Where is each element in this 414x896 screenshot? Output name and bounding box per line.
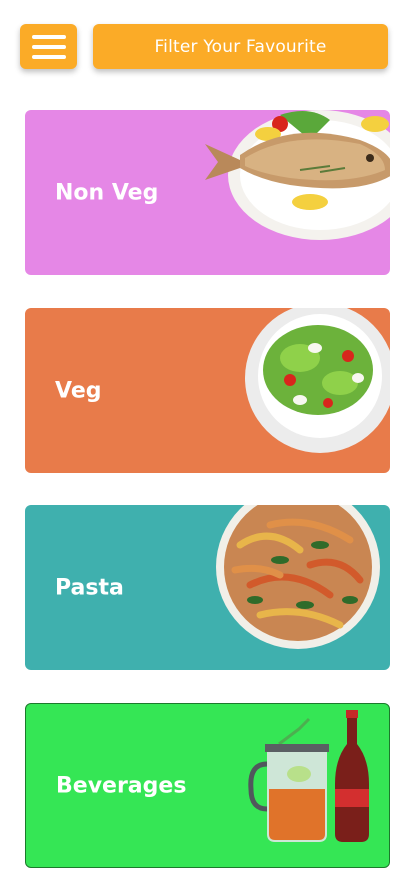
filter-favourite-button[interactable]: Filter Your Favourite [93,24,388,69]
category-card-non-veg[interactable]: Non Veg [25,110,390,275]
category-label: Beverages [56,773,187,798]
hamburger-menu-icon-bar [31,44,66,49]
food-category-screen: Filter Your Favourite Non Veg Veg Pasta … [0,0,414,896]
grilled-fish-plate-image [205,110,390,240]
category-label: Veg [55,378,102,403]
pasta-plate-image [216,505,380,649]
green-salad-bowl-image [245,308,390,453]
category-label: Non Veg [55,180,159,205]
hamburger-menu-icon [31,34,66,39]
category-label: Pasta [55,575,124,600]
category-card-pasta[interactable]: Pasta [25,505,390,670]
hamburger-menu-icon-bar [31,54,66,59]
menu-button[interactable] [20,24,77,69]
drinks-image [248,710,369,842]
category-card-beverages[interactable]: Beverages [25,703,390,868]
category-card-veg[interactable]: Veg [25,308,390,473]
